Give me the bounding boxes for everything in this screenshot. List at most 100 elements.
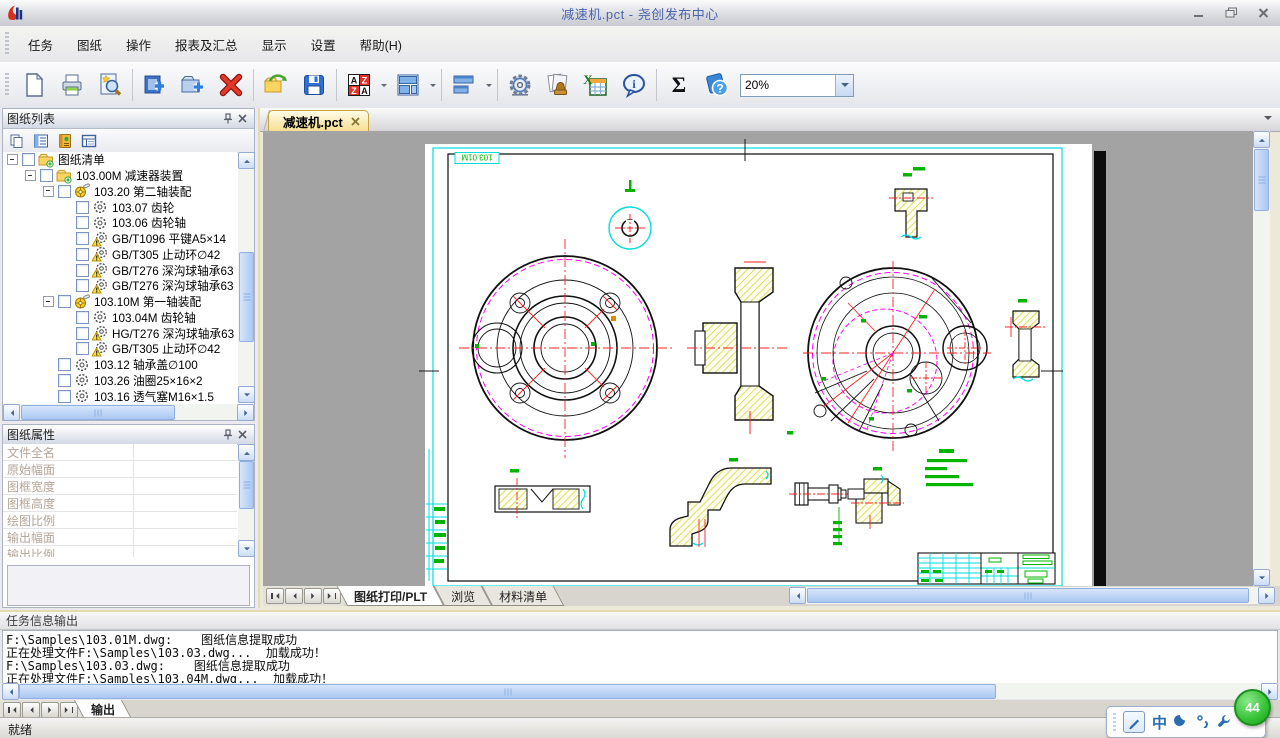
scroll-left-arrow[interactable] <box>789 587 806 604</box>
property-row[interactable]: 文件全名 <box>3 444 237 461</box>
scroll-right-arrow[interactable] <box>1258 587 1275 604</box>
sort-button[interactable]: A Z Z A <box>340 65 378 105</box>
tree-checkbox[interactable] <box>76 342 89 355</box>
tree-row[interactable]: GB/T305 止动环∅42 <box>3 341 237 357</box>
property-row[interactable]: 图框宽度 <box>3 478 237 495</box>
menu-item[interactable]: 设置 <box>300 31 347 58</box>
save-button[interactable] <box>295 65 333 105</box>
nav-prev-button[interactable] <box>285 588 303 604</box>
minimize-button[interactable] <box>1188 4 1210 21</box>
stamp-button[interactable] <box>539 65 577 105</box>
tree-row[interactable]: 103.04M 齿轮轴 <box>3 310 237 326</box>
tree-row[interactable]: 103.10M 第一轴装配 <box>3 294 237 310</box>
settings-button[interactable] <box>501 65 539 105</box>
scroll-left-arrow[interactable] <box>3 404 20 421</box>
open-project-button[interactable] <box>257 65 295 105</box>
property-row[interactable]: 原始幅面 <box>3 461 237 478</box>
property-row[interactable]: 绘图比例 <box>3 512 237 529</box>
zoom-tool-button[interactable]: ? <box>698 65 736 105</box>
sort-dropdown[interactable] <box>378 65 389 105</box>
tree-checkbox[interactable] <box>76 327 89 340</box>
property-row[interactable]: 图框高度 <box>3 495 237 512</box>
tree-row[interactable]: 103.06 齿轮轴 <box>3 215 237 231</box>
layout-button[interactable] <box>389 65 427 105</box>
tree-row[interactable]: 103.07 齿轮 <box>3 199 237 215</box>
tree-expander-icon[interactable] <box>43 296 54 307</box>
tree-checkbox[interactable] <box>76 311 89 324</box>
nav-first-button[interactable] <box>3 702 21 718</box>
scroll-thumb[interactable] <box>1254 149 1269 211</box>
tree-checkbox[interactable] <box>22 153 35 166</box>
scroll-right-arrow[interactable] <box>237 404 254 421</box>
tree-row[interactable]: 103.26 油圈25×16×2 <box>3 373 237 389</box>
detail-view-button[interactable] <box>79 131 99 150</box>
property-row[interactable]: 输出幅面 <box>3 529 237 546</box>
report-view-button[interactable] <box>31 131 51 150</box>
panel-close-icon[interactable] <box>235 112 250 126</box>
menu-item[interactable]: 任务 <box>17 31 64 58</box>
sheet-tab[interactable]: 图纸打印/PLT <box>340 586 441 606</box>
tree-row[interactable]: GB/T1096 平键A5×14 <box>3 231 237 247</box>
scroll-thumb[interactable] <box>239 252 254 342</box>
print-button[interactable] <box>53 65 91 105</box>
scroll-thumb[interactable] <box>807 588 1249 603</box>
tree-row[interactable]: GB/T276 深沟球轴承63 <box>3 262 237 278</box>
align-button[interactable] <box>445 65 483 105</box>
nav-prev-button[interactable] <box>22 702 40 718</box>
tab-list-dropdown-icon[interactable] <box>1264 116 1272 124</box>
menu-item[interactable]: 操作 <box>115 31 162 58</box>
layout-dropdown[interactable] <box>427 65 438 105</box>
property-row[interactable]: 输出比例 <box>3 546 237 557</box>
scroll-up-arrow[interactable] <box>238 152 255 169</box>
zoom-combobox[interactable] <box>740 74 854 97</box>
tree-vertical-scrollbar[interactable] <box>238 152 254 403</box>
tree-row[interactable]: 103.16 透气塞M16×1.5 <box>3 388 237 403</box>
tree-row[interactable]: 103.12 轴承盖∅100 <box>3 357 237 373</box>
ime-chinese-toggle[interactable]: 中 <box>1152 712 1167 733</box>
scroll-thumb[interactable] <box>239 461 254 509</box>
sheet-tab[interactable]: 浏览 <box>437 586 489 606</box>
tree-checkbox[interactable] <box>76 232 89 245</box>
delete-button[interactable] <box>212 65 250 105</box>
nav-first-button[interactable] <box>266 588 284 604</box>
scroll-down-arrow[interactable] <box>238 386 255 403</box>
ime-pen-icon[interactable] <box>1123 711 1145 733</box>
tree-checkbox[interactable] <box>76 264 89 277</box>
menu-item[interactable]: 图纸 <box>66 31 113 58</box>
tree-expander-icon[interactable] <box>7 154 18 165</box>
nav-next-button[interactable] <box>41 702 59 718</box>
tree-checkbox[interactable] <box>58 295 71 308</box>
tree-row[interactable]: 103.00M 减速器装置 <box>3 168 237 184</box>
new-task-button[interactable] <box>15 65 53 105</box>
tree-checkbox[interactable] <box>76 248 89 261</box>
scroll-down-arrow[interactable] <box>238 540 255 557</box>
menu-item[interactable]: 显示 <box>251 31 298 58</box>
properties-vertical-scrollbar[interactable] <box>238 444 254 557</box>
tree-expander-icon[interactable] <box>25 170 36 181</box>
align-dropdown[interactable] <box>483 65 494 105</box>
summary-button[interactable]: Σ <box>660 65 698 105</box>
nav-next-button[interactable] <box>304 588 322 604</box>
tree-checkbox[interactable] <box>76 201 89 214</box>
tree-checkbox[interactable] <box>58 358 71 371</box>
catalog-button[interactable] <box>55 131 75 150</box>
copy-list-button[interactable] <box>7 131 27 150</box>
canvas-vertical-scrollbar[interactable] <box>1253 131 1270 586</box>
tree-horizontal-scrollbar[interactable] <box>3 404 254 420</box>
tree-checkbox[interactable] <box>40 169 53 182</box>
menu-item[interactable]: 帮助(H) <box>349 31 413 58</box>
scroll-thumb[interactable] <box>19 684 996 699</box>
bom-table-button[interactable]: X <box>577 65 615 105</box>
ime-punctuation-icon[interactable] <box>1196 714 1210 731</box>
ime-fullwidth-icon[interactable] <box>1174 713 1189 731</box>
add-folder-button[interactable] <box>174 65 212 105</box>
tab-close-icon[interactable] <box>351 117 360 126</box>
tree-row[interactable]: GB/T305 止动环∅42 <box>3 247 237 263</box>
tree-checkbox[interactable] <box>58 374 71 387</box>
canvas-horizontal-scrollbar[interactable] <box>789 587 1275 604</box>
notification-badge[interactable]: 44 <box>1234 689 1271 726</box>
tree-checkbox[interactable] <box>58 390 71 403</box>
zoom-dropdown-button[interactable] <box>835 75 853 96</box>
zoom-input[interactable] <box>741 75 835 96</box>
scroll-down-arrow[interactable] <box>1253 569 1270 586</box>
